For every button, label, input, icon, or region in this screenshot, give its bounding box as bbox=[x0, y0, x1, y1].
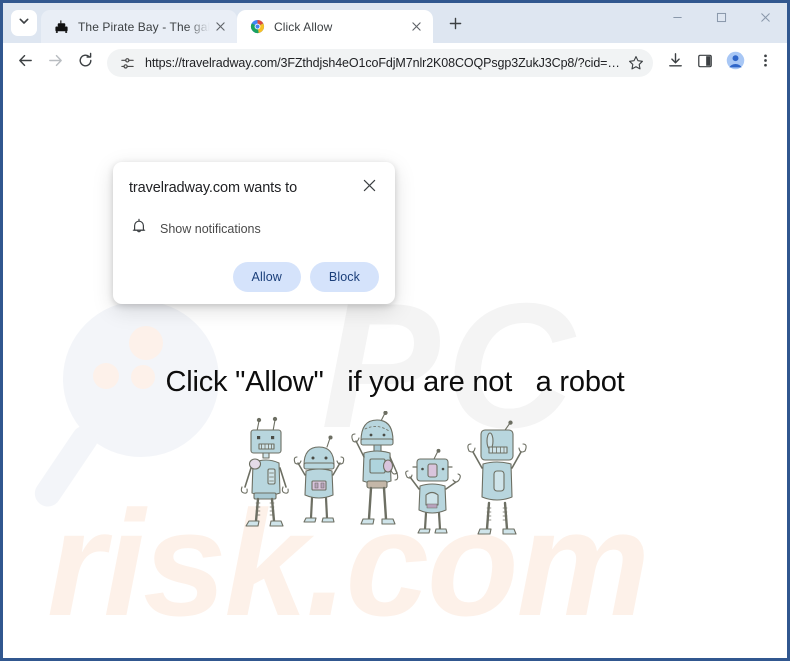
allow-button[interactable]: Allow bbox=[232, 262, 301, 292]
minimize-button[interactable] bbox=[655, 3, 699, 35]
block-button[interactable]: Block bbox=[309, 262, 379, 292]
tab-click-allow[interactable]: Click Allow bbox=[237, 10, 433, 43]
page-headline: Click "Allow" if you are not a robot bbox=[165, 366, 625, 398]
arrow-right-icon bbox=[47, 52, 64, 74]
chrome-globe-icon bbox=[249, 19, 265, 35]
bookmark-star-icon[interactable] bbox=[625, 52, 647, 74]
maximize-icon bbox=[716, 10, 727, 28]
reload-icon bbox=[77, 52, 94, 74]
browser-window: The Pirate Bay - The galaxy's m Click Al… bbox=[0, 0, 790, 661]
bell-icon bbox=[131, 218, 147, 240]
side-panel-button[interactable] bbox=[691, 49, 719, 77]
permission-row: Show notifications bbox=[129, 218, 379, 240]
close-icon[interactable] bbox=[407, 18, 425, 36]
new-tab-button[interactable] bbox=[441, 12, 469, 40]
window-controls bbox=[655, 3, 787, 35]
dialog-actions: Allow Block bbox=[129, 262, 379, 292]
notification-permission-dialog: travelradway.com wants to Show notificat… bbox=[113, 162, 395, 304]
dialog-close-button[interactable] bbox=[359, 178, 379, 198]
tab-pirate-bay[interactable]: The Pirate Bay - The galaxy's m bbox=[41, 10, 237, 43]
browser-menu-button[interactable] bbox=[751, 49, 779, 77]
arrow-left-icon bbox=[17, 52, 34, 74]
tab-title: Click Allow bbox=[274, 19, 333, 34]
close-icon bbox=[363, 179, 376, 197]
minimize-icon bbox=[672, 10, 683, 28]
downloads-button[interactable] bbox=[661, 49, 689, 77]
page-content: PC risk.com Click "Allow" if you are not… bbox=[3, 83, 787, 658]
tab-search-button[interactable] bbox=[11, 10, 37, 36]
side-panel-icon bbox=[697, 53, 713, 74]
robots-illustration bbox=[235, 410, 555, 536]
maximize-button[interactable] bbox=[699, 3, 743, 35]
chevron-down-icon bbox=[18, 14, 30, 32]
reload-button[interactable] bbox=[71, 49, 99, 77]
site-settings-icon[interactable] bbox=[117, 53, 137, 73]
profile-button[interactable] bbox=[721, 49, 749, 77]
tab-strip: The Pirate Bay - The galaxy's m Click Al… bbox=[3, 3, 787, 43]
download-icon bbox=[667, 52, 684, 74]
three-dot-menu-icon bbox=[758, 53, 773, 73]
avatar bbox=[726, 51, 745, 75]
tab-title: The Pirate Bay - The galaxy's m bbox=[78, 19, 211, 34]
back-button[interactable] bbox=[11, 49, 39, 77]
plus-icon bbox=[449, 17, 462, 35]
url-text: https://travelradway.com/3FZthdjsh4eO1co… bbox=[145, 56, 620, 70]
forward-button[interactable] bbox=[41, 49, 69, 77]
address-bar[interactable]: https://travelradway.com/3FZthdjsh4eO1co… bbox=[107, 49, 653, 77]
pirate-ship-icon bbox=[53, 19, 69, 35]
close-button[interactable] bbox=[743, 3, 787, 35]
close-icon[interactable] bbox=[211, 18, 229, 36]
dialog-header: travelradway.com wants to bbox=[129, 178, 379, 198]
browser-toolbar: https://travelradway.com/3FZthdjsh4eO1co… bbox=[3, 43, 787, 83]
watermark-dot bbox=[129, 326, 163, 360]
close-icon bbox=[760, 10, 771, 28]
permission-label: Show notifications bbox=[160, 222, 261, 236]
dialog-title: travelradway.com wants to bbox=[129, 180, 298, 196]
